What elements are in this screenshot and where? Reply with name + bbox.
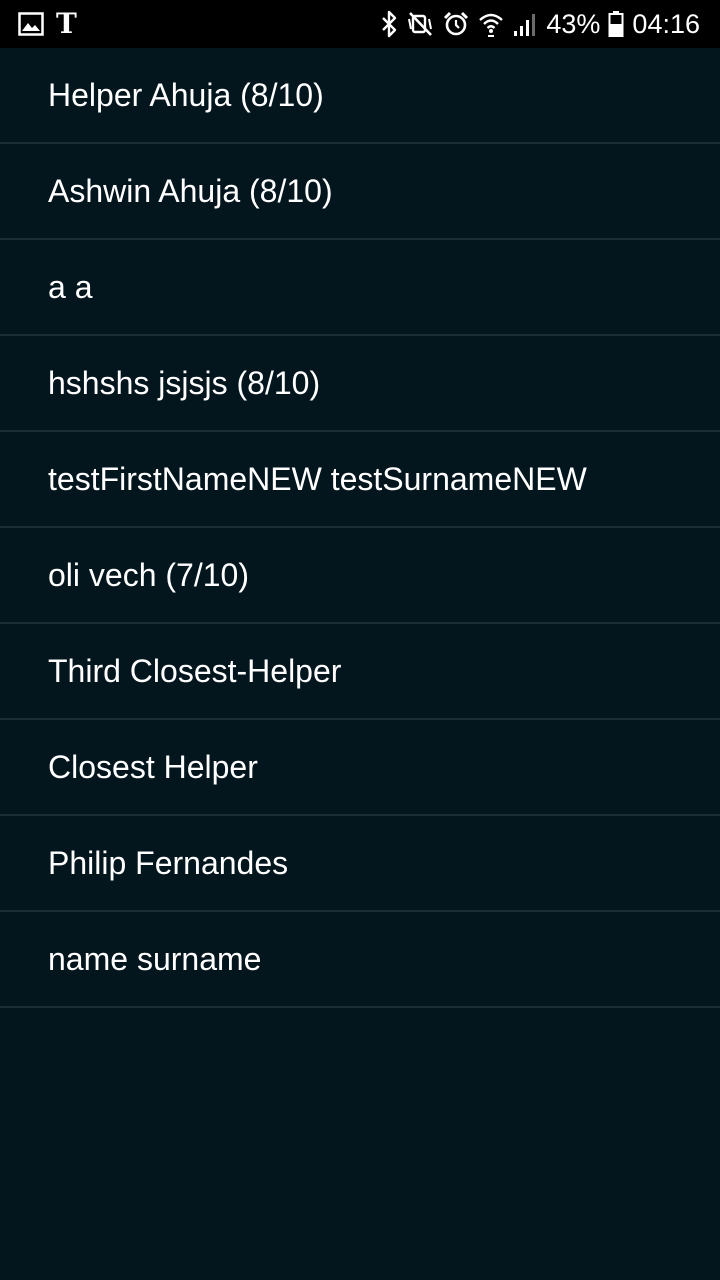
list-item[interactable]: Philip Fernandes: [0, 816, 720, 912]
list-item[interactable]: Third Closest-Helper: [0, 624, 720, 720]
list-item[interactable]: Helper Ahuja (8/10): [0, 48, 720, 144]
nyt-icon: T: [56, 7, 77, 40]
list-item-label: name surname: [48, 940, 262, 977]
list-item-label: hshshs jsjsjs (8/10): [48, 364, 321, 401]
battery-percent: 43%: [546, 8, 601, 39]
clock: 04:16: [632, 8, 700, 39]
notification-icons: T: [18, 10, 77, 38]
list-item-label: oli vech (7/10): [48, 556, 249, 593]
list-item[interactable]: Closest Helper: [0, 720, 720, 816]
alarm-icon: [442, 10, 470, 38]
list-item-label: Third Closest-Helper: [48, 652, 342, 689]
list-item[interactable]: hshshs jsjsjs (8/10): [0, 336, 720, 432]
gallery-icon: [18, 12, 44, 36]
list-item-label: Closest Helper: [48, 748, 258, 785]
list-item-label: Helper Ahuja (8/10): [48, 76, 324, 113]
signal-icon: [512, 11, 538, 37]
wifi-icon: [478, 10, 504, 38]
list-item-label: testFirstNameNEW testSurnameNEW: [48, 460, 587, 497]
status-bar: T 43% 04:16: [0, 0, 720, 48]
helper-list: Helper Ahuja (8/10) Ashwin Ahuja (8/10) …: [0, 48, 720, 1008]
list-item[interactable]: Ashwin Ahuja (8/10): [0, 144, 720, 240]
list-item[interactable]: name surname: [0, 912, 720, 1008]
list-item-label: Philip Fernandes: [48, 844, 289, 881]
mute-icon: [406, 10, 434, 38]
list-item-label: Ashwin Ahuja (8/10): [48, 172, 333, 209]
list-item[interactable]: oli vech (7/10): [0, 528, 720, 624]
system-icons: 43% 04:16: [380, 8, 700, 40]
list-item-label: a a: [48, 268, 93, 305]
battery-icon: [608, 10, 624, 38]
list-item[interactable]: testFirstNameNEW testSurnameNEW: [0, 432, 720, 528]
list-item[interactable]: a a: [0, 240, 720, 336]
bluetooth-icon: [380, 10, 398, 38]
